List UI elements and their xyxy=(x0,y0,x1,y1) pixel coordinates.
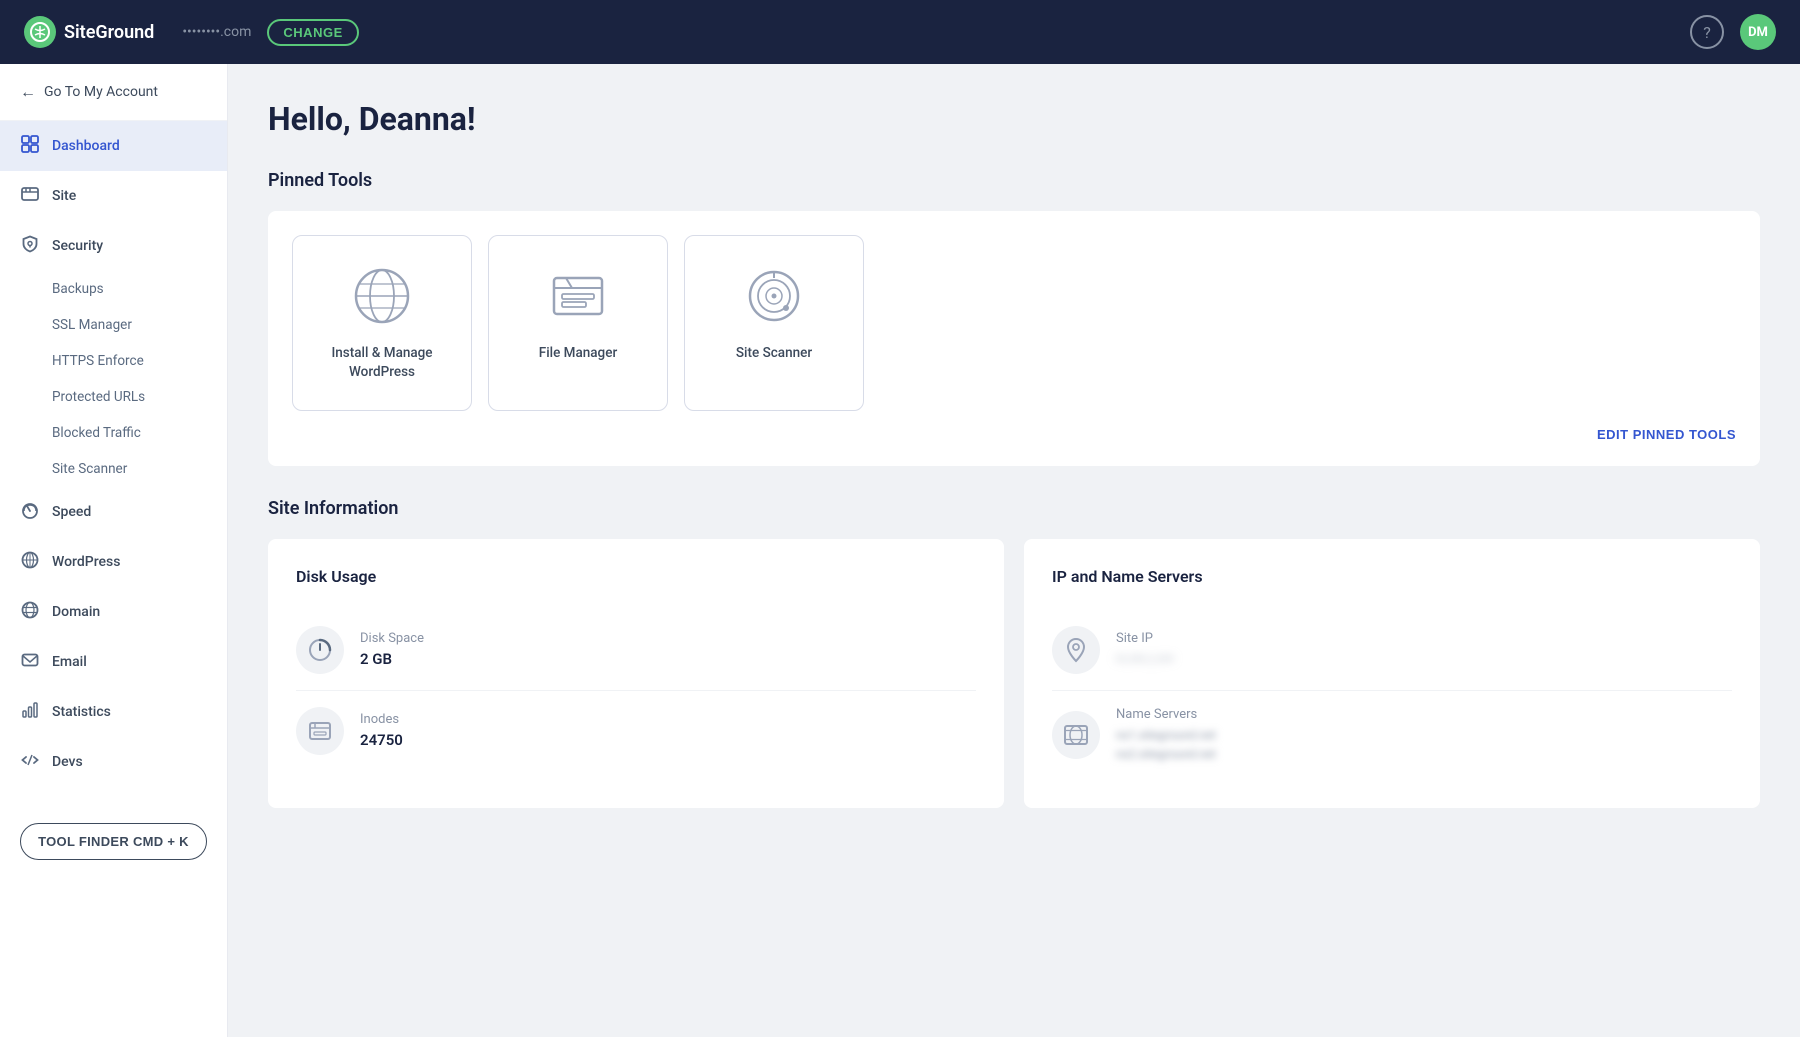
email-icon xyxy=(20,651,40,673)
pinned-tools-section: Pinned Tools Install & Manage WordPress xyxy=(268,170,1760,466)
name-servers-content: Name Servers ns1.siteground.net ns2.site… xyxy=(1116,707,1216,764)
sidebar-sub-protected-urls[interactable]: Protected URLs xyxy=(52,379,227,415)
tool-finder-button[interactable]: TOOL FINDER CMD + K xyxy=(20,823,207,860)
site-domain: ••••••••.com xyxy=(182,24,251,40)
sidebar-label-domain: Domain xyxy=(52,604,100,620)
sidebar-label-wordpress: WordPress xyxy=(52,554,120,570)
inodes-value: 24750 xyxy=(360,731,403,749)
file-manager-tool-icon xyxy=(546,264,610,328)
help-icon[interactable]: ? xyxy=(1690,15,1724,49)
disk-space-value: 2 GB xyxy=(360,650,424,668)
sidebar-item-email[interactable]: Email xyxy=(0,637,227,687)
sidebar-sub-ssl-manager[interactable]: SSL Manager xyxy=(52,307,227,343)
tool-site-scanner[interactable]: Site Scanner xyxy=(684,235,864,411)
sidebar-sub-https-enforce[interactable]: HTTPS Enforce xyxy=(52,343,227,379)
sidebar-label-site: Site xyxy=(52,188,76,204)
disk-usage-card: Disk Usage Disk Space 2 GB xyxy=(268,539,1004,808)
sidebar-label-devs: Devs xyxy=(52,754,83,770)
domain-icon xyxy=(20,601,40,623)
dashboard-icon xyxy=(20,135,40,157)
site-ip-value: ••.•••.•.••• xyxy=(1116,650,1173,668)
disk-space-icon xyxy=(296,626,344,674)
name-servers-row: Name Servers ns1.siteground.net ns2.site… xyxy=(1052,691,1732,780)
logo-icon xyxy=(24,16,56,48)
devs-icon xyxy=(20,751,40,773)
site-ip-row: Site IP ••.•••.•.••• xyxy=(1052,610,1732,691)
security-icon xyxy=(20,235,40,257)
change-site-button[interactable]: CHANGE xyxy=(267,19,358,46)
logo: SiteGround xyxy=(24,16,154,48)
pinned-tools-title: Pinned Tools xyxy=(268,170,1760,191)
logo-text: SiteGround xyxy=(64,22,154,43)
ip-name-servers-card: IP and Name Servers Site IP ••.•••.•.••• xyxy=(1024,539,1760,808)
main-content: Hello, Deanna! Pinned Tools Ins xyxy=(228,64,1800,1037)
page-title: Hello, Deanna! xyxy=(268,100,1760,138)
sidebar-item-security[interactable]: Security xyxy=(0,221,227,271)
sidebar-item-domain[interactable]: Domain xyxy=(0,587,227,637)
name-server-1: ns1.siteground.net xyxy=(1116,726,1216,745)
sidebar-item-speed[interactable]: Speed xyxy=(0,487,227,537)
sidebar-item-site[interactable]: Site xyxy=(0,171,227,221)
sidebar: ← Go To My Account Dashboard xyxy=(0,64,228,1037)
site-info-title: Site Information xyxy=(268,498,1760,519)
back-arrow-icon: ← xyxy=(20,82,36,102)
tool-wordpress[interactable]: Install & Manage WordPress xyxy=(292,235,472,411)
ip-name-servers-title: IP and Name Servers xyxy=(1052,567,1732,586)
sidebar-item-dashboard[interactable]: Dashboard xyxy=(0,121,227,171)
disk-space-row: Disk Space 2 GB xyxy=(296,610,976,691)
sidebar-item-wordpress[interactable]: WordPress xyxy=(0,537,227,587)
inodes-content: Inodes 24750 xyxy=(360,712,403,749)
speed-icon xyxy=(20,501,40,523)
site-ip-icon xyxy=(1052,626,1100,674)
disk-space-label: Disk Space xyxy=(360,631,424,646)
site-icon xyxy=(20,185,40,207)
header-right: ? DM xyxy=(1690,14,1776,50)
wordpress-icon xyxy=(20,551,40,573)
sidebar-label-email: Email xyxy=(52,654,87,670)
sidebar-item-statistics[interactable]: Statistics xyxy=(0,687,227,737)
tool-wordpress-label: Install & Manage WordPress xyxy=(317,344,447,382)
statistics-icon xyxy=(20,701,40,723)
site-ip-label: Site IP xyxy=(1116,631,1173,646)
disk-space-content: Disk Space 2 GB xyxy=(360,631,424,668)
tool-site-scanner-label: Site Scanner xyxy=(736,344,812,363)
name-server-2: ns2.siteground.net xyxy=(1116,745,1216,764)
inodes-icon xyxy=(296,707,344,755)
back-label: Go To My Account xyxy=(44,84,158,100)
site-info-section: Site Information Disk Usage xyxy=(268,498,1760,808)
avatar[interactable]: DM xyxy=(1740,14,1776,50)
header: SiteGround ••••••••.com CHANGE ? DM xyxy=(0,0,1800,64)
pinned-tools-card: Install & Manage WordPress File Manager xyxy=(268,211,1760,466)
name-servers-label: Name Servers xyxy=(1116,707,1216,722)
inodes-row: Inodes 24750 xyxy=(296,691,976,771)
wordpress-tool-icon xyxy=(350,264,414,328)
site-info-grid: Disk Usage Disk Space 2 GB xyxy=(268,539,1760,808)
tool-file-manager[interactable]: File Manager xyxy=(488,235,668,411)
site-ip-content: Site IP ••.•••.•.••• xyxy=(1116,631,1173,668)
sidebar-sub-site-scanner[interactable]: Site Scanner xyxy=(52,451,227,487)
sidebar-sub-backups[interactable]: Backups xyxy=(52,271,227,307)
pinned-tools-grid: Install & Manage WordPress File Manager xyxy=(292,235,1736,411)
edit-pinned-container: EDIT PINNED TOOLS xyxy=(292,411,1736,442)
tool-file-manager-label: File Manager xyxy=(539,344,617,363)
sidebar-label-dashboard: Dashboard xyxy=(52,138,120,154)
sidebar-label-speed: Speed xyxy=(52,504,91,520)
disk-usage-title: Disk Usage xyxy=(296,567,976,586)
edit-pinned-button[interactable]: EDIT PINNED TOOLS xyxy=(1597,427,1736,442)
sidebar-sub-blocked-traffic[interactable]: Blocked Traffic xyxy=(52,415,227,451)
sidebar-label-security: Security xyxy=(52,238,103,254)
sidebar-label-statistics: Statistics xyxy=(52,704,111,720)
name-servers-icon xyxy=(1052,711,1100,759)
inodes-label: Inodes xyxy=(360,712,403,727)
security-submenu: Backups SSL Manager HTTPS Enforce Protec… xyxy=(0,271,227,487)
back-to-account[interactable]: ← Go To My Account xyxy=(0,64,227,121)
main-layout: ← Go To My Account Dashboard xyxy=(0,64,1800,1037)
site-scanner-tool-icon xyxy=(742,264,806,328)
sidebar-item-devs[interactable]: Devs xyxy=(0,737,227,787)
